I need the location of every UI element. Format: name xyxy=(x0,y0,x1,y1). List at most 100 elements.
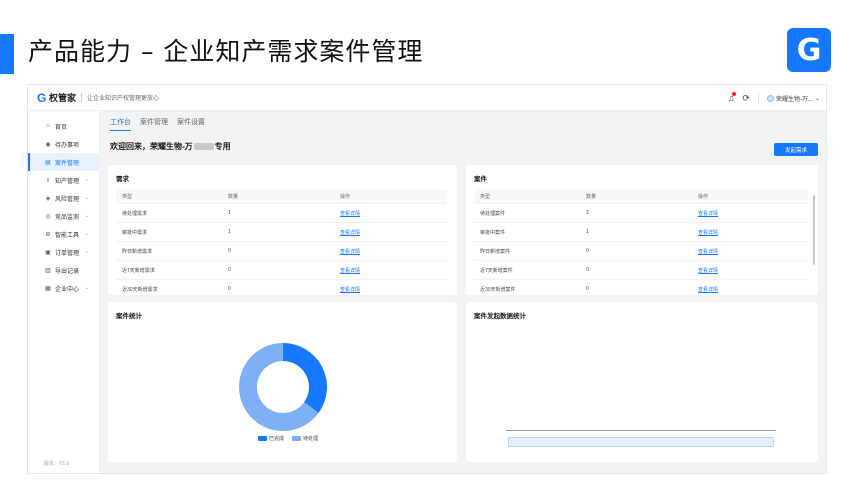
sidebar-item-label: 智能工具 xyxy=(55,232,80,239)
sidebar-item-label: 导出记录 xyxy=(55,268,80,275)
tool-icon: ⚙ xyxy=(45,231,51,238)
sidebar-item-monitor[interactable]: ◎ 竞品监测 ⌄ xyxy=(28,207,99,225)
chevron-down-icon: ⌄ xyxy=(84,195,89,201)
legend-item-pending[interactable]: 待处理 xyxy=(292,435,318,442)
sidebar-item-label: 知产管理 xyxy=(55,178,80,185)
row-count: 1 xyxy=(228,210,231,216)
sidebar-item-todo[interactable]: ◉ 待办事项 xyxy=(28,135,99,153)
sidebar-item-risk[interactable]: ◈ 风险管理 ⌄ xyxy=(28,189,99,207)
row-type: 近30天新增案件 xyxy=(480,286,516,293)
chevron-down-icon: ⌄ xyxy=(84,177,89,183)
row-action-cell: 查看详情 xyxy=(698,248,808,255)
view-details-link[interactable]: 查看详情 xyxy=(698,287,718,293)
welcome-message: 欢迎回来，荣耀生物-万 专用 xyxy=(110,141,231,152)
row-action-cell: 查看详情 xyxy=(340,229,447,236)
column-header: 类型 xyxy=(480,193,491,200)
slide-title: 产品能力 – 企业知产需求案件管理 xyxy=(28,37,424,66)
table-row: 昨日新增需求 0 查看详情 xyxy=(116,242,447,261)
demand-card-title: 需求 xyxy=(116,176,129,183)
launch-demand-button[interactable]: 发起需求 xyxy=(774,143,818,156)
legend-item-completed[interactable]: 已完成 xyxy=(258,435,284,442)
row-count: 0 xyxy=(586,267,589,273)
chart-axis-line xyxy=(506,430,776,431)
row-type: 昨日新增需求 xyxy=(122,248,153,255)
main-content: 工作台 案件管理 案件设置 欢迎回来，荣耀生物-万 专用 发起需求 需求 类型 数量… xyxy=(100,111,826,473)
welcome-prefix: 欢迎回来，荣耀生物-万 xyxy=(110,142,193,151)
sidebar: ⌂ 首页 ◉ 待办事项 ▤ 案件管理 ♗ 知产管理 ⌄ ◈ 风险管理 ⌄ ◎ 竞品监测 ⌄ ⚙ 智能工具 ⌄ ▣ 订单… xyxy=(28,111,100,473)
brand-logo-icon: G xyxy=(787,28,831,72)
sidebar-nav: ⌂ 首页 ◉ 待办事项 ▤ 案件管理 ♗ 知产管理 ⌄ ◈ 风险管理 ⌄ ◎ 竞品监测 ⌄ ⚙ 智能工具 ⌄ ▣ 订单… xyxy=(28,111,99,297)
view-details-link[interactable]: 查看详情 xyxy=(340,268,360,274)
legend-swatch xyxy=(292,436,302,441)
user-name: 荣耀生物-万... xyxy=(775,96,813,103)
sidebar-item-case[interactable]: ▤ 案件管理 xyxy=(28,153,99,171)
row-count: 0 xyxy=(228,248,231,254)
view-details-link[interactable]: 查看详情 xyxy=(698,268,718,274)
table-row: 近30天新增需求 0 查看详情 xyxy=(116,280,447,295)
row-action-cell: 查看详情 xyxy=(698,267,808,274)
sidebar-item-ip[interactable]: ♗ 知产管理 ⌄ xyxy=(28,171,99,189)
sidebar-item-company[interactable]: ▦ 企业中心 ⌄ xyxy=(28,279,99,297)
row-count: 2 xyxy=(586,210,589,216)
table-header: 类型 数量 操作 xyxy=(474,189,808,204)
tab-case-settings[interactable]: 案件设置 xyxy=(177,117,205,131)
row-action-cell: 查看详情 xyxy=(340,210,447,217)
slide: 产品能力 – 企业知产需求案件管理 G G 权管家 让企业知识产权管理更放心 ♫… xyxy=(0,0,860,484)
top-bar-divider xyxy=(757,93,759,103)
export-icon: ▥ xyxy=(45,267,51,274)
chevron-down-icon: ⌄ xyxy=(84,213,89,219)
sidebar-item-tool[interactable]: ⚙ 智能工具 ⌄ xyxy=(28,225,99,243)
sidebar-item-label: 订单管理 xyxy=(55,250,80,257)
row-count: 0 xyxy=(586,286,589,292)
table-row: 待处理需求 1 查看详情 xyxy=(116,204,447,223)
user-menu[interactable]: 荣耀生物-万... ⌄ xyxy=(766,94,820,103)
table-row: 近7天新增案件 0 查看详情 xyxy=(474,261,808,280)
table-row: 待处理案件 2 查看详情 xyxy=(474,204,808,223)
tab-case-management[interactable]: 案件管理 xyxy=(140,117,168,131)
sidebar-item-home[interactable]: ⌂ 首页 xyxy=(28,117,99,135)
sidebar-item-order[interactable]: ▣ 订单管理 ⌄ xyxy=(28,243,99,261)
row-type: 审批中案件 xyxy=(480,229,506,236)
risk-icon: ◈ xyxy=(45,195,51,202)
sidebar-item-label: 首页 xyxy=(55,124,68,131)
row-type: 近30天新增需求 xyxy=(122,286,158,293)
demand-card: 需求 类型 数量 操作 待处理需求 1 查看详情 审批中需求 1 查看详情 昨日新增需求 0 查看详情… xyxy=(108,165,457,295)
sidebar-item-export[interactable]: ▥ 导出记录 xyxy=(28,261,99,279)
view-details-link[interactable]: 查看详情 xyxy=(698,230,718,236)
row-count: 0 xyxy=(228,286,231,292)
version-label: 版本：V1.0 xyxy=(44,461,70,467)
view-details-link[interactable]: 查看详情 xyxy=(340,249,360,255)
row-type: 近7天新增需求 xyxy=(122,267,155,274)
sidebar-item-label: 风险管理 xyxy=(55,196,80,203)
column-header: 数量 xyxy=(228,193,239,200)
order-icon: ▣ xyxy=(45,249,51,256)
tab-workbench[interactable]: 工作台 xyxy=(110,117,131,131)
view-details-link[interactable]: 查看详情 xyxy=(340,230,360,236)
row-action-cell: 查看详情 xyxy=(698,229,808,236)
donut-slice-completed[interactable] xyxy=(283,343,327,413)
app-logo-icon: G xyxy=(37,90,47,105)
row-action-cell: 查看详情 xyxy=(340,286,447,293)
welcome-suffix: 专用 xyxy=(214,142,231,151)
view-details-link[interactable]: 查看详情 xyxy=(698,249,718,255)
notification-dot xyxy=(732,92,737,96)
cycle-icon[interactable]: ⟳ xyxy=(742,93,750,104)
view-details-link[interactable]: 查看详情 xyxy=(340,287,360,293)
chevron-down-icon: ⌄ xyxy=(84,285,89,291)
ip-icon: ♗ xyxy=(45,177,51,184)
bell-icon[interactable]: ♫ xyxy=(728,92,737,103)
scrollbar[interactable] xyxy=(813,195,815,265)
row-action-cell: 查看详情 xyxy=(698,286,808,293)
row-type: 待处理需求 xyxy=(122,210,148,217)
brand[interactable]: G 权管家 让企业知识产权管理更放心 xyxy=(37,91,159,104)
table-row: 审批中需求 1 查看详情 xyxy=(116,223,447,242)
view-details-link[interactable]: 查看详情 xyxy=(698,211,718,217)
chart-zoom-slider[interactable] xyxy=(508,437,774,447)
sidebar-item-label: 竞品监测 xyxy=(55,214,80,221)
view-details-link[interactable]: 查看详情 xyxy=(340,211,360,217)
case-card: 案件 类型 数量 操作 待处理案件 2 查看详情 审批中案件 1 查看详情 昨日新增案件 0 查看详情… xyxy=(466,165,818,295)
sidebar-item-label: 案件管理 xyxy=(55,160,80,167)
table-row: 昨日新增案件 0 查看详情 xyxy=(474,242,808,261)
case-icon: ▤ xyxy=(45,159,51,166)
launch-stats-card: 案件发起数据统计 xyxy=(466,302,818,462)
